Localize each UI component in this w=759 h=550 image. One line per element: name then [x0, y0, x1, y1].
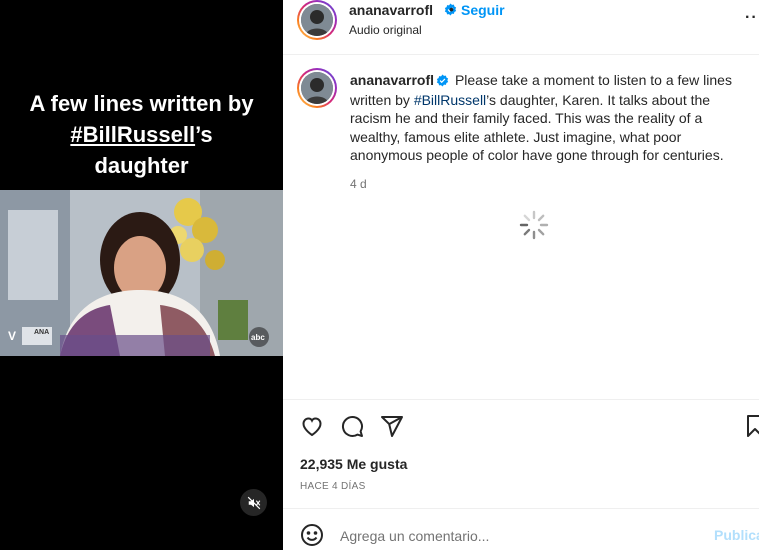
loading-spinner-icon [519, 210, 549, 240]
likes-count[interactable]: 22,935 Me gusta [300, 456, 407, 472]
caption-avatar[interactable] [297, 68, 337, 108]
caption-hashtag-link[interactable]: #BillRussell [414, 92, 486, 108]
lower-third-text: ANA [34, 329, 49, 336]
save-button[interactable] [743, 414, 759, 438]
post-date[interactable]: HACE 4 DÍAS [300, 481, 366, 492]
comment-button[interactable] [340, 414, 364, 438]
comment-divider [283, 508, 759, 509]
bookmark-icon [747, 415, 759, 437]
video-caption-line-3: daughter [94, 153, 189, 178]
share-icon [381, 416, 403, 437]
video-caption-overlay: A few lines written by #BillRussell’s da… [0, 88, 283, 181]
more-options-button[interactable]: ·· [745, 9, 758, 27]
video-caption-hashtag: #BillRussell [70, 122, 196, 147]
video-frame: ANA V abc [0, 190, 283, 356]
header-username[interactable]: ananavarrofl [349, 2, 433, 18]
video-caption-line-2: #BillRussell’s [0, 119, 283, 150]
verified-icon [436, 73, 449, 91]
video-player[interactable]: A few lines written by #BillRussell’s da… [0, 0, 283, 550]
svg-text:V: V [8, 329, 16, 343]
post-caption: ananavarrofl Please take a moment to lis… [350, 71, 752, 164]
video-still-image: ANA V abc [0, 190, 283, 356]
header-avatar[interactable] [297, 0, 337, 40]
emoji-icon [301, 524, 323, 546]
video-caption-suffix: ’s [195, 122, 213, 147]
header-separator: • [449, 1, 454, 17]
profile-photo-icon [301, 4, 333, 36]
share-button[interactable] [380, 414, 404, 438]
comment-input[interactable] [340, 526, 700, 546]
audio-link[interactable]: Audio original [349, 23, 422, 37]
follow-button[interactable]: Seguir [461, 2, 505, 18]
heart-icon [302, 417, 322, 437]
post-panel: ananavarrofl • Seguir Audio original ·· … [283, 0, 759, 550]
comment-icon [341, 415, 363, 437]
video-caption-line-1: A few lines written by [29, 91, 254, 116]
header-divider [283, 54, 759, 55]
actions-divider [283, 399, 759, 400]
mute-icon [247, 496, 260, 509]
caption-username[interactable]: ananavarrofl [350, 72, 434, 88]
like-button[interactable] [300, 414, 324, 438]
emoji-button[interactable] [300, 523, 324, 547]
network-logo-text: abc [251, 333, 265, 342]
profile-photo-icon [301, 72, 333, 104]
caption-timestamp[interactable]: 4 d [350, 177, 367, 191]
mute-button[interactable] [240, 489, 267, 516]
publish-button[interactable]: Publicar [714, 527, 759, 543]
